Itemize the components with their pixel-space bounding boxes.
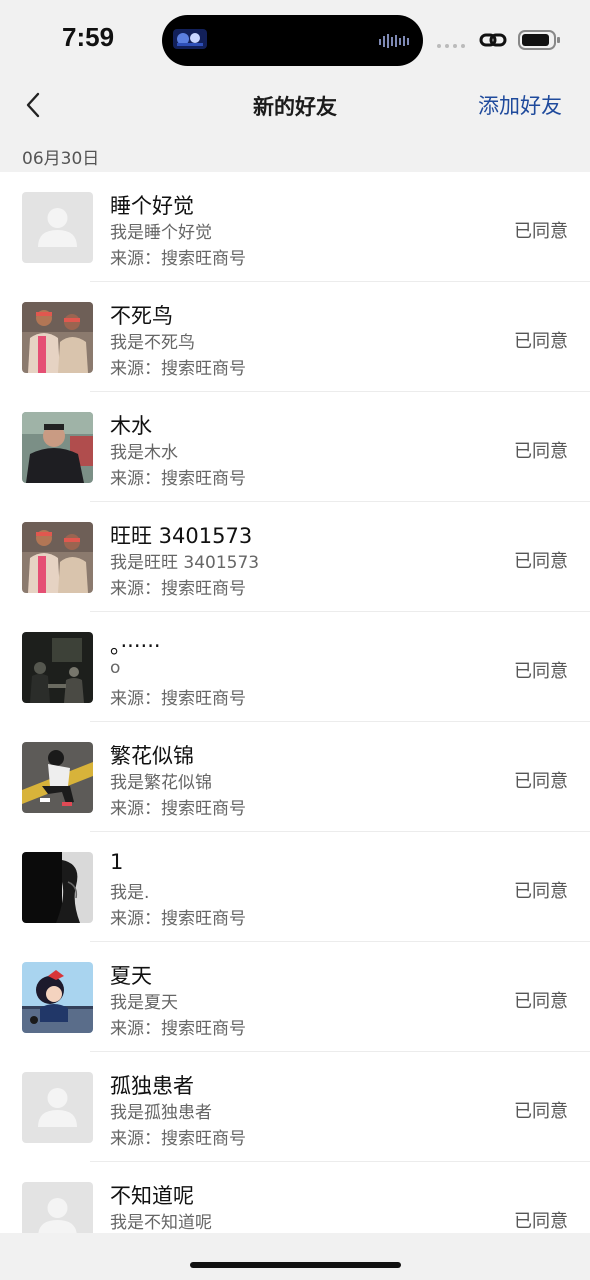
friend-source: 来源：搜索旺商号 — [110, 579, 246, 599]
friend-request-row[interactable]: 孤独患者 我是孤独患者 来源：搜索旺商号 已同意 — [0, 1052, 590, 1162]
status-label: 已同意 — [514, 551, 568, 572]
friend-message: 我是旺旺 3401573 — [110, 553, 260, 573]
friend-source: 来源：搜索旺商号 — [110, 799, 246, 819]
friend-source: 来源：搜索旺商号 — [110, 469, 246, 489]
anime-girl-avatar — [22, 962, 93, 1033]
signal-icon — [437, 44, 465, 48]
status-bar: 7:59 — [0, 0, 590, 80]
default-avatar — [22, 1182, 93, 1233]
add-friend-button[interactable]: 添加好友 — [478, 90, 562, 120]
status-label: 已同意 — [514, 331, 568, 352]
friend-source: 来源：搜索旺商号 — [110, 249, 246, 269]
friend-name: 旺旺 3401573 — [110, 524, 253, 548]
date-header: 06月30日 — [22, 149, 100, 169]
friend-name: 繁花似锦 — [110, 744, 194, 768]
friend-name: 孤独患者 — [110, 1074, 194, 1098]
friend-request-row[interactable]: 繁花似锦 我是繁花似锦 来源：搜索旺商号 已同意 — [0, 722, 590, 832]
friend-request-row[interactable]: 不知道呢 我是不知道呢 已同意 — [0, 1162, 590, 1233]
battery-icon — [518, 30, 560, 50]
status-label: 已同意 — [514, 661, 568, 682]
nav-bar: 新的好友 添加好友 — [0, 80, 590, 132]
friend-source: 来源：搜索旺商号 — [110, 909, 246, 929]
dark-silhouette-avatar — [22, 852, 93, 923]
person-black-coat-avatar — [22, 412, 93, 483]
status-label: 已同意 — [514, 1211, 568, 1232]
friend-name: 木水 — [110, 414, 152, 438]
friend-source: 来源：搜索旺商号 — [110, 1129, 246, 1149]
friend-message: 我是不知道呢 — [110, 1213, 212, 1233]
friend-name: 不知道呢 — [110, 1184, 194, 1208]
sitting-person-avatar — [22, 742, 93, 813]
friend-message: o — [110, 658, 121, 678]
friend-request-list: 睡个好觉 我是睡个好觉 来源：搜索旺商号 已同意 不死鸟 我是不死鸟 来源：搜索… — [0, 172, 590, 1233]
audio-waveform-icon — [379, 34, 409, 48]
status-label: 已同意 — [514, 221, 568, 242]
status-time: 7:59 — [62, 22, 115, 52]
friend-source: 来源：搜索旺商号 — [110, 1019, 246, 1039]
status-label: 已同意 — [514, 771, 568, 792]
friend-name: 1 — [110, 850, 124, 874]
friend-request-row[interactable]: 1 我是. 来源：搜索旺商号 已同意 — [0, 832, 590, 942]
friend-message: 我是不死鸟 — [110, 333, 195, 353]
friend-name: 。······ — [110, 634, 161, 658]
friend-name: 睡个好觉 — [110, 194, 194, 218]
default-avatar — [22, 1072, 93, 1143]
now-playing-artwork-icon — [173, 29, 207, 49]
friend-request-row[interactable]: 木水 我是木水 来源：搜索旺商号 已同意 — [0, 392, 590, 502]
couple-photo-avatar — [22, 302, 93, 373]
friend-message: 我是睡个好觉 — [110, 223, 212, 243]
status-label: 已同意 — [514, 881, 568, 902]
friend-request-row[interactable]: 旺旺 3401573 我是旺旺 3401573 来源：搜索旺商号 已同意 — [0, 502, 590, 612]
home-indicator[interactable] — [190, 1262, 401, 1268]
friend-name: 不死鸟 — [110, 304, 173, 328]
default-avatar — [22, 192, 93, 263]
friend-request-row[interactable]: 夏天 我是夏天 来源：搜索旺商号 已同意 — [0, 942, 590, 1052]
dynamic-island — [162, 15, 423, 66]
friend-source: 来源：搜索旺商号 — [110, 359, 246, 379]
friend-message: 我是. — [110, 883, 150, 903]
friend-request-row[interactable]: 睡个好觉 我是睡个好觉 来源：搜索旺商号 已同意 — [0, 172, 590, 282]
friend-request-row[interactable]: 。······ o 来源：搜索旺商号 已同意 — [0, 612, 590, 722]
dark-room-avatar — [22, 632, 93, 703]
friend-source: 来源：搜索旺商号 — [110, 689, 246, 709]
friend-message: 我是繁花似锦 — [110, 773, 212, 793]
status-label: 已同意 — [514, 1101, 568, 1122]
friend-message: 我是孤独患者 — [110, 1103, 212, 1123]
status-label: 已同意 — [514, 441, 568, 462]
link-icon — [479, 33, 507, 47]
status-label: 已同意 — [514, 991, 568, 1012]
friend-name: 夏天 — [110, 964, 152, 988]
friend-message: 我是夏天 — [110, 993, 178, 1013]
friend-message: 我是木水 — [110, 443, 178, 463]
friend-request-row[interactable]: 不死鸟 我是不死鸟 来源：搜索旺商号 已同意 — [0, 282, 590, 392]
couple-photo-avatar — [22, 522, 93, 593]
